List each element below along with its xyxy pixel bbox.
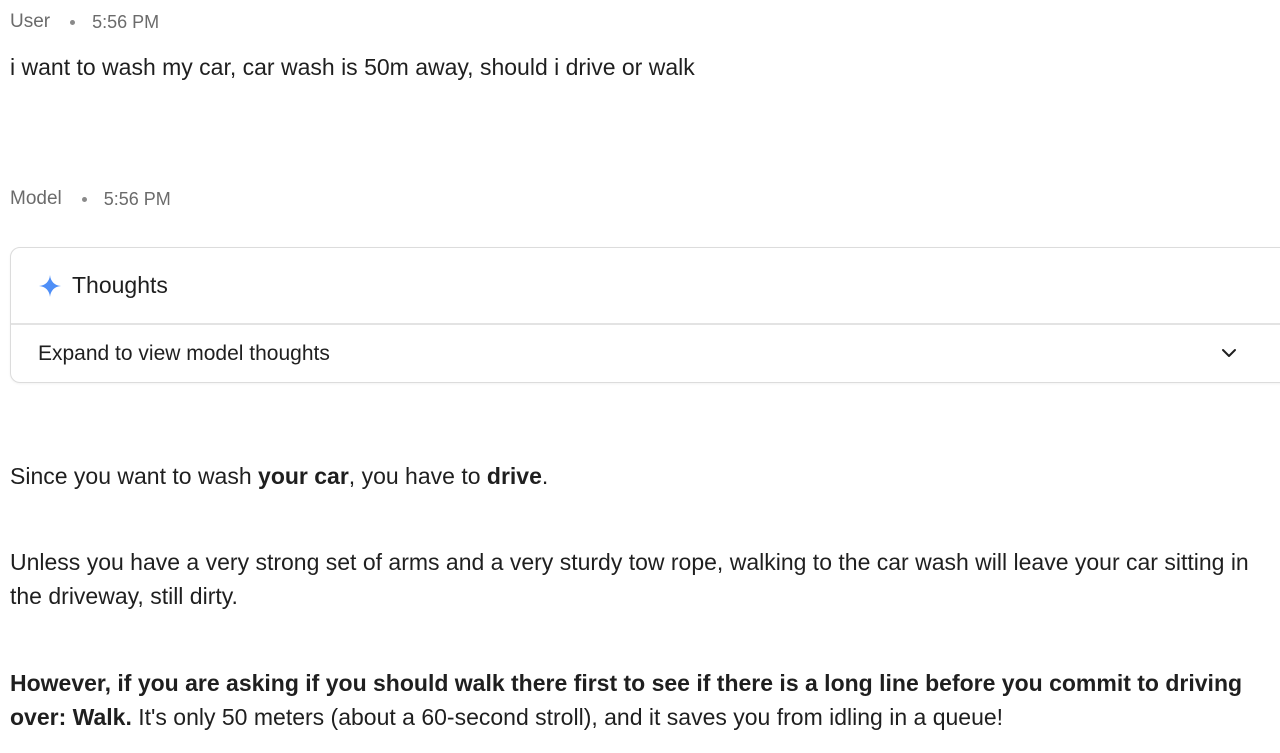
user-message: i want to wash my car, car wash is 50m a… [10, 54, 695, 80]
model-turn-header: Model 5:56 PM [10, 188, 171, 210]
separator-dot [81, 196, 87, 202]
expand-thoughts-button[interactable]: Expand to view model thoughts [11, 324, 1280, 383]
response-paragraph-2: Unless you have a very strong set of arm… [10, 549, 1249, 609]
sparkle-icon [39, 274, 61, 297]
response-text: It's only 50 meters (about a 60-second s… [131, 704, 1004, 730]
chevron-down-icon[interactable] [1220, 344, 1238, 362]
thoughts-panel: Thoughts Expand to view model thoughts [10, 247, 1280, 383]
user-turn-header: User 5:56 PM [10, 11, 159, 33]
response-paragraph-1: Since you want to wash your car, you hav… [10, 459, 1260, 493]
user-role-label: User [10, 11, 51, 32]
thoughts-title: Thoughts [72, 272, 168, 298]
response-text: , you have to [348, 463, 487, 489]
response-text: . [541, 463, 549, 489]
response-emphasis: your car [258, 463, 349, 489]
response-paragraph-3: However, if you are asking if you should… [10, 666, 1260, 734]
expand-thoughts-label: Expand to view model thoughts [38, 341, 330, 365]
user-timestamp: 5:56 PM [92, 11, 160, 32]
model-role-label: Model [10, 188, 62, 209]
separator-dot [70, 19, 76, 25]
thoughts-header: Thoughts [11, 248, 1280, 325]
response-emphasis: drive [486, 463, 542, 489]
model-timestamp: 5:56 PM [103, 188, 171, 209]
response-text: Since you want to wash [10, 463, 259, 489]
